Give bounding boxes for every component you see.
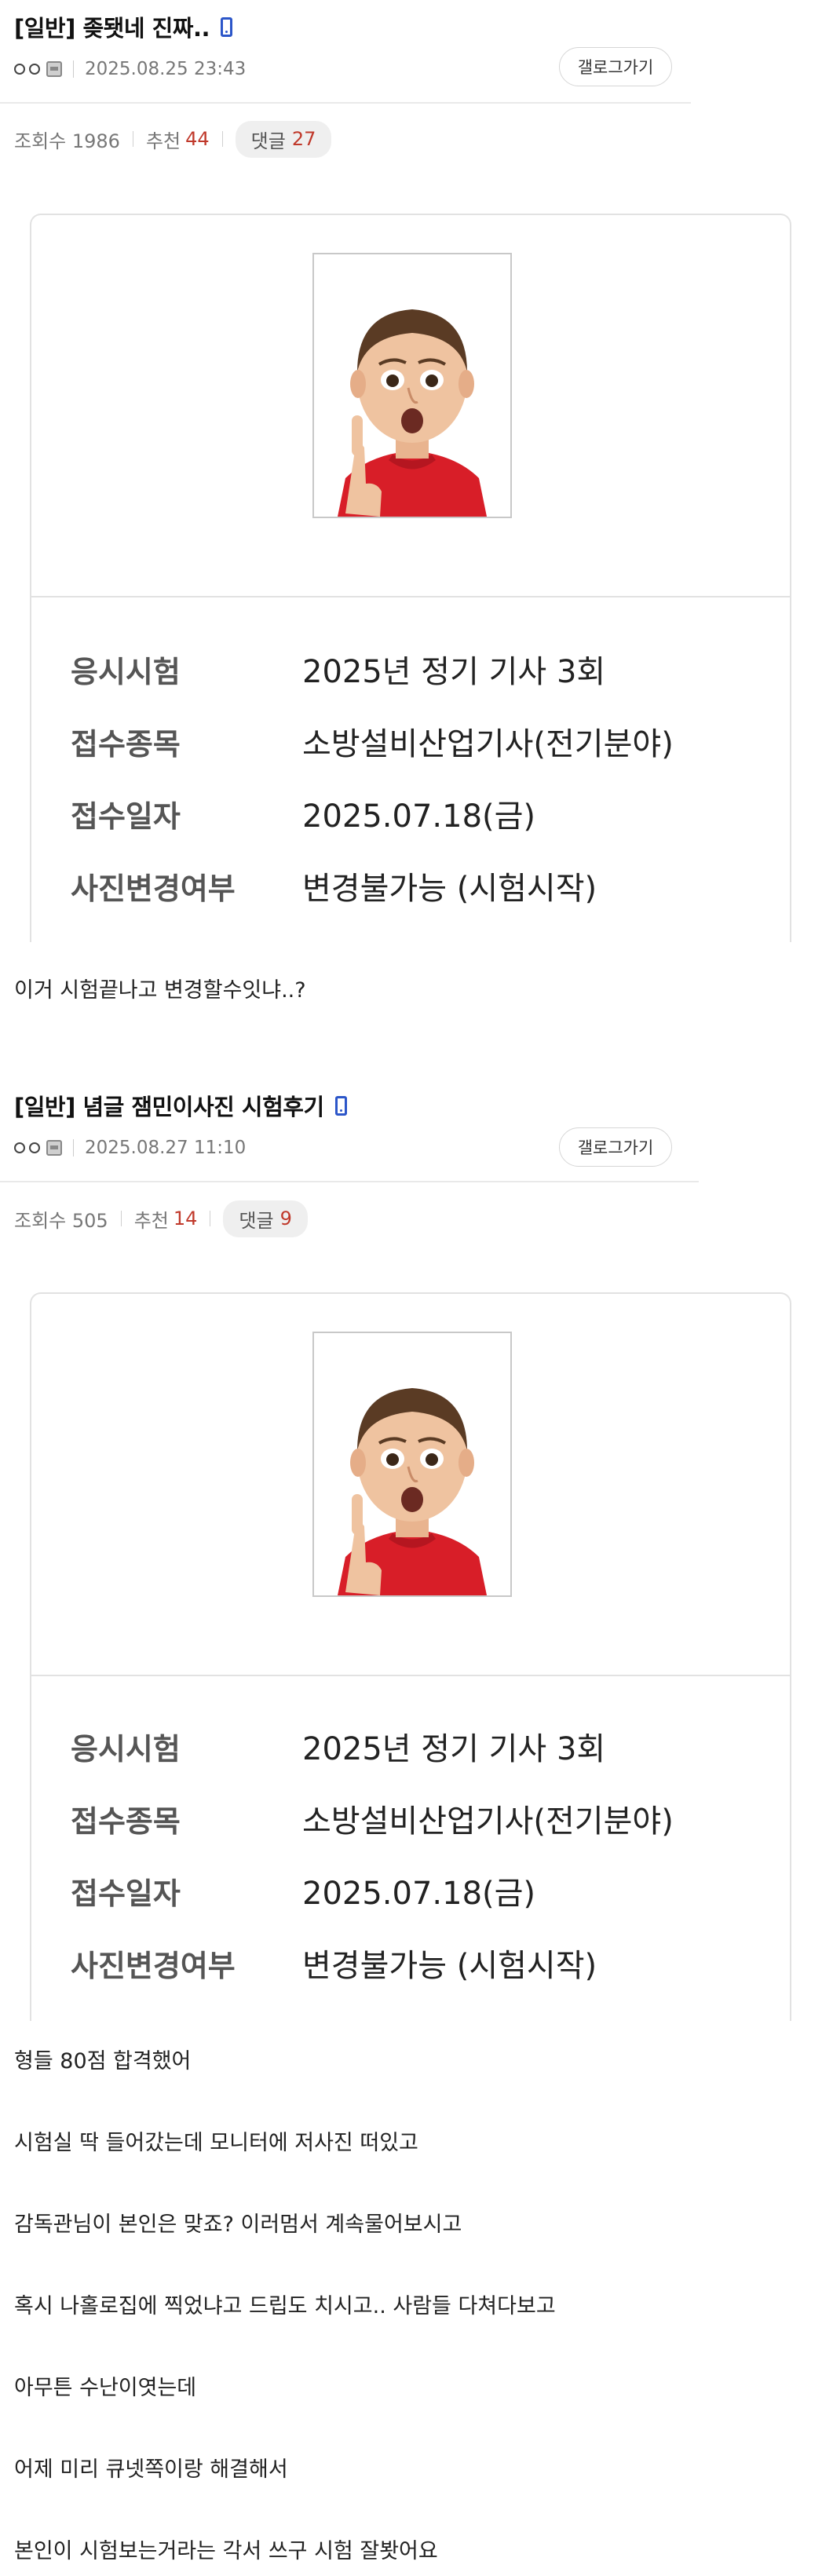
author-glyph-1 (14, 64, 25, 75)
comment-button[interactable]: 댓글 27 (235, 120, 332, 158)
comment-count: 9 (279, 1208, 292, 1230)
info-label: 접수종목 (71, 1803, 181, 1839)
recommend-label: 추천 (145, 130, 181, 152)
post-body-line: 감독관님이 본인은 맞죠? 이러멈서 계속물어보시고 (14, 2212, 462, 2237)
author-glyph-2 (29, 1142, 40, 1153)
stats-divider (221, 131, 223, 147)
view-count: 조회수 505 (14, 1209, 108, 1232)
meta-divider (73, 1139, 74, 1156)
card-divider (31, 1675, 790, 1676)
post-body-line: 형들 80점 합격했어 (14, 2049, 192, 2074)
info-label: 사진변경여부 (71, 1948, 236, 1983)
post-date: 2025.08.27 11:10 (85, 1138, 247, 1158)
comment-label: 댓글 (250, 130, 286, 152)
info-row-exam: 응시시험 2025년 정기 기사 3회 (71, 645, 605, 692)
info-row-photo-change: 사진변경여부 변경불가능 (시험시작) (71, 1939, 597, 1986)
info-row-subject: 접수종목 소방설비산업기사(전기분야) (71, 1795, 674, 1842)
info-value: 소방설비산업기사(전기분야) (302, 726, 674, 762)
mobile-phone-icon (334, 1095, 347, 1116)
info-label: 접수일자 (71, 1876, 181, 1911)
recommend-count: 14 (173, 1208, 198, 1230)
info-label: 응시시험 (71, 1731, 181, 1767)
post-meta: 2025.08.27 11:10 (14, 1134, 246, 1162)
post-body-line: 혹시 나홀로집에 찍었냐고 드립도 치시고.. 사람들 다쳐다보고 (14, 2294, 556, 2318)
info-label: 사진변경여부 (71, 871, 236, 906)
info-row-date: 접수일자 2025.07.18(금) (71, 1867, 535, 1914)
info-row-exam: 응시시험 2025년 정기 기사 3회 (71, 1723, 605, 1770)
info-value: 2025.07.18(금) (302, 1876, 536, 1912)
post-body-line: 아무튼 수난이엿는데 (14, 2376, 197, 2400)
post-title[interactable]: [일반] 념글 잼민이사진 시험후기 (14, 1089, 324, 1122)
info-value: 변경불가능 (시험시작) (302, 871, 597, 907)
post-date: 2025.08.25 23:43 (85, 59, 247, 79)
fixed-nick-icon (46, 1140, 62, 1156)
comment-button[interactable]: 댓글 9 (223, 1200, 308, 1237)
post-title[interactable]: [일반] 좆됏네 진짜.. (14, 10, 210, 43)
post-body-line: 본인이 시험보는거라는 각서 쓰구 시험 잘봣어요 (14, 2539, 438, 2563)
post-meta: 2025.08.25 23:43 (14, 55, 246, 83)
post-body-line: 시험실 딱 들어갔는데 모니터에 저사진 떠있고 (14, 2131, 418, 2155)
exam-info-card: 응시시험 2025년 정기 기사 3회 접수종목 소방설비산업기사(전기분야) … (30, 1292, 791, 2021)
author-glyph-1 (14, 1142, 25, 1153)
info-value: 2025년 정기 기사 3회 (302, 654, 606, 690)
recommend-label: 추천 (133, 1209, 169, 1232)
post-stats: 조회수 505 추천 14 댓글 9 (14, 1200, 308, 1237)
recommend-count: 44 (185, 128, 210, 150)
post-stats: 조회수 1986 추천 44 댓글 27 (14, 120, 332, 158)
info-row-photo-change: 사진변경여부 변경불가능 (시험시작) (71, 862, 597, 909)
view-count: 조회수 1986 (14, 130, 120, 152)
comment-count: 27 (291, 128, 316, 150)
mobile-phone-icon (221, 16, 232, 37)
info-value: 소방설비산업기사(전기분야) (302, 1803, 674, 1840)
info-value: 2025년 정기 기사 3회 (302, 1731, 606, 1767)
id-photo (312, 1332, 512, 1597)
info-label: 응시시험 (71, 654, 181, 689)
child-portrait-image (314, 254, 510, 517)
header-divider (0, 102, 691, 104)
card-divider (31, 596, 790, 597)
post-body-line: 어제 미리 큐넷쪽이랑 해결해서 (14, 2457, 288, 2482)
info-label: 접수일자 (71, 798, 181, 834)
gallog-button[interactable]: 갤로그가기 (559, 1127, 672, 1167)
child-portrait-image (314, 1333, 510, 1595)
author-nickname[interactable] (14, 61, 62, 77)
info-row-subject: 접수종목 소방설비산업기사(전기분야) (71, 718, 674, 765)
gallog-button[interactable]: 갤로그가기 (559, 47, 672, 86)
id-photo (312, 253, 512, 518)
stats-divider (120, 1211, 122, 1226)
comment-label: 댓글 (239, 1209, 274, 1232)
info-value: 변경불가능 (시험시작) (302, 1948, 597, 1984)
meta-divider (73, 60, 74, 78)
author-glyph-2 (29, 64, 40, 75)
fixed-nick-icon (46, 61, 62, 77)
author-nickname[interactable] (14, 1140, 62, 1156)
post-body-line: 이거 시험끝나고 변경할수잇냐..? (14, 978, 306, 1003)
info-label: 접수종목 (71, 726, 181, 762)
exam-info-card: 응시시험 2025년 정기 기사 3회 접수종목 소방설비산업기사(전기분야) … (30, 214, 791, 942)
post-title-row: [일반] 좆됏네 진짜.. (14, 9, 232, 44)
info-value: 2025.07.18(금) (302, 798, 536, 835)
info-row-date: 접수일자 2025.07.18(금) (71, 790, 535, 837)
header-divider (0, 1181, 699, 1182)
post-title-row: [일반] 념글 잼민이사진 시험후기 (14, 1088, 347, 1123)
